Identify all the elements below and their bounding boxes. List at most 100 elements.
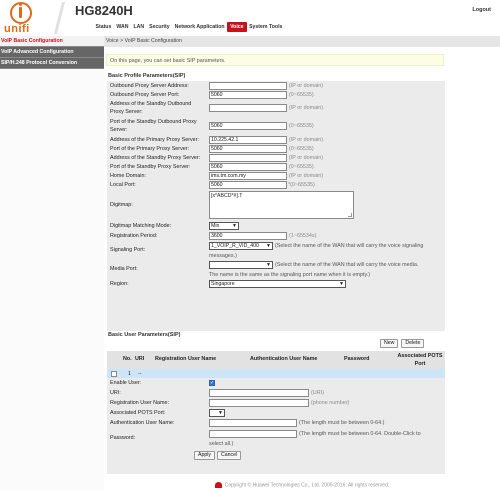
field-label: Outbound Proxy Server Port: <box>110 91 180 98</box>
form-row: Outbound Proxy Server Address: (IP or do… <box>107 81 445 90</box>
form-actions: Apply Cancel <box>194 451 242 460</box>
form-row: Home Domain: ims.tm.com.my (IP or domain… <box>107 171 445 180</box>
nav-system-tools[interactable]: System Tools <box>247 22 285 32</box>
field-label: Password: <box>110 435 136 441</box>
header: unifi HG8240H Logout Status WAN LAN Secu… <box>0 0 500 36</box>
column-header: Authentication User Name <box>250 356 318 362</box>
field-hint: (0~65535) <box>289 163 314 170</box>
primary-proxy-port-input[interactable]: 5060 <box>209 144 287 153</box>
device-model: HG8240H <box>75 3 133 18</box>
row-checkbox[interactable] <box>111 370 117 377</box>
field-hint: (IP or domain) <box>289 172 324 179</box>
field-hint: (1~65534s) <box>289 232 317 239</box>
row-uri: -- <box>138 370 142 377</box>
outbound-proxy-address-input[interactable] <box>209 81 287 90</box>
field-label-line: Proxy Server: <box>110 109 143 115</box>
field-hint: (0~65535) <box>289 91 314 98</box>
logout-link[interactable]: Logout <box>472 7 491 13</box>
basic-user-title: Basic User Parameters(SIP) <box>108 332 181 338</box>
field-label-line: Port of the Standby Outbound Proxy <box>110 119 197 125</box>
media-port-select[interactable]: ▼ <box>209 261 273 269</box>
sidebar-item-voip-advanced[interactable]: VoIP Advanced Configuration <box>0 47 104 58</box>
breadcrumb: Voice > VoIP Basic Configuration <box>104 36 500 47</box>
digitmap-textarea[interactable]: [x*ABCD*#].T <box>209 191 354 219</box>
cancel-button[interactable]: Cancel <box>216 451 242 460</box>
field-label-line: Address of the Standby Outbound <box>110 101 192 107</box>
chevron-down-icon: ▼ <box>266 262 271 268</box>
region-select[interactable]: Singapore ▼ <box>209 279 346 288</box>
field-hint: (IP or domain) <box>289 82 324 89</box>
field-label: Digitmap: <box>110 202 133 208</box>
registration-period-input[interactable]: 3600 <box>209 231 287 240</box>
field-label: Region: <box>110 280 129 287</box>
main-content: Voice > VoIP Basic Configuration On this… <box>104 36 500 491</box>
chevron-down-icon: ▼ <box>232 223 237 229</box>
form-row: Media Port: ▼ (Select the name of the WA… <box>107 259 445 278</box>
row-no: 1 <box>128 370 131 377</box>
form-row: Port of the Primary Proxy Server: 5060 (… <box>107 144 445 153</box>
select-value: 1_VOIP_R_VID_400 <box>211 243 259 249</box>
copyright-text: Copyright © Huawei Technologies Co., Ltd… <box>224 482 390 489</box>
delete-button[interactable]: Delete <box>401 339 425 348</box>
page-notice: On this page, you can set basic SIP para… <box>106 54 444 66</box>
form-row: Registration Period: 3600 (1~65534s) <box>107 231 445 240</box>
column-header: Registration User Name <box>155 356 217 362</box>
standby-outbound-port-input[interactable]: 5060 <box>209 122 287 130</box>
signaling-port-select[interactable]: 1_VOIP_R_VID_400 ▼ <box>209 242 273 250</box>
apply-button[interactable]: Apply <box>194 451 215 460</box>
table-row[interactable]: 1 -- <box>107 369 445 378</box>
form-row: Signaling Port: 1_VOIP_R_VID_400 ▼ (Sele… <box>107 240 445 259</box>
sidebar: VoIP Basic Configuration VoIP Advanced C… <box>0 36 104 491</box>
digitmap-value: [x*ABCD*#].T <box>211 193 243 199</box>
column-header: Associated POTS Port <box>397 353 443 367</box>
associated-pots-port-select[interactable]: ▼ <box>209 409 225 417</box>
field-label: URI: <box>110 390 121 396</box>
column-header: URI <box>135 356 145 362</box>
nav-lan[interactable]: LAN <box>131 22 147 32</box>
field-label: Address of the Standby Outbound Proxy Ser… <box>107 100 209 116</box>
form-row: Associated POTS Port: ▼ <box>107 408 445 418</box>
field-label: Port of the Standby Outbound Proxy Server… <box>107 118 209 134</box>
form-row: URI: (URI) <box>107 388 445 398</box>
field-hint: (IP or domain) <box>289 154 324 161</box>
new-button[interactable]: New <box>380 339 399 348</box>
huawei-logo-icon <box>214 482 222 488</box>
chevron-down-icon: ▼ <box>266 243 271 249</box>
field-label: Port of the Primary Proxy Server: <box>110 145 190 152</box>
primary-proxy-address-input[interactable]: 10.225.42.1 <box>209 135 287 144</box>
auth-user-name-input[interactable] <box>209 419 297 427</box>
nav-wan[interactable]: WAN <box>114 22 131 32</box>
column-header: Password <box>344 356 370 362</box>
nav-status[interactable]: Status <box>93 22 114 32</box>
sidebar-item-voip-basic[interactable]: VoIP Basic Configuration <box>0 36 104 47</box>
registration-user-name-input[interactable] <box>209 399 309 407</box>
standby-outbound-address-input[interactable] <box>209 104 287 112</box>
field-label: Authentication User Name: <box>110 420 175 426</box>
field-label: Enable User: <box>110 380 142 386</box>
nav-network-application[interactable]: Network Application <box>172 22 227 32</box>
standby-proxy-address-input[interactable] <box>209 153 287 162</box>
nav-security[interactable]: Security <box>147 22 172 32</box>
field-hint: (0~65535) <box>289 123 314 129</box>
password-input[interactable] <box>209 430 297 438</box>
sidebar-item-protocol-conversion[interactable]: SIP/H.248 Protocol Conversion <box>0 58 104 69</box>
uri-input[interactable] <box>209 389 309 397</box>
field-label: Local Port: <box>110 181 136 188</box>
digitmap-mode-select[interactable]: Min ▼ <box>209 222 239 230</box>
nav-voice[interactable]: Voice <box>227 22 247 32</box>
standby-proxy-port-input[interactable]: 5060 <box>209 162 287 171</box>
form-row: Outbound Proxy Server Port: 5060 (0~6553… <box>107 90 445 99</box>
home-domain-input[interactable]: ims.tm.com.my <box>209 171 287 180</box>
logo-text: unifi <box>4 23 30 35</box>
field-hint: select all.) <box>209 441 234 447</box>
form-row: Port of the Standby Outbound Proxy Server… <box>107 117 445 135</box>
enable-user-checkbox[interactable] <box>209 380 215 386</box>
select-value: Min <box>211 223 220 229</box>
resize-handle-icon[interactable] <box>348 213 352 217</box>
logo-divider <box>54 2 65 34</box>
chevron-down-icon: ▼ <box>339 280 344 287</box>
outbound-proxy-port-input[interactable]: 5060 <box>209 90 287 99</box>
unifi-logo-icon <box>10 2 32 24</box>
local-port-input[interactable]: 5060 <box>209 180 287 189</box>
form-row: Address of the Standby Proxy Server: (IP… <box>107 153 445 162</box>
